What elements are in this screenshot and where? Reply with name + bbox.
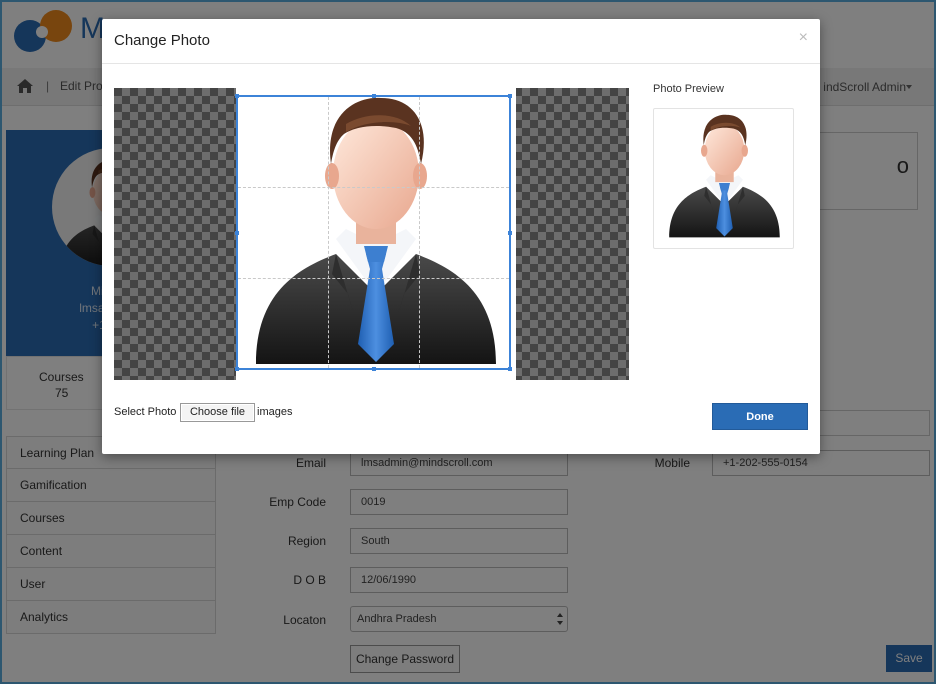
crop-guide-line — [328, 97, 329, 368]
crop-selection-box[interactable] — [235, 94, 512, 371]
select-photo-label: Select Photo — [114, 406, 177, 418]
crop-guide-line — [238, 278, 509, 279]
close-icon[interactable]: × — [799, 29, 808, 47]
crop-handle-se[interactable] — [508, 367, 512, 371]
crop-handle-s[interactable] — [372, 367, 376, 371]
photo-preview-label: Photo Preview — [653, 83, 724, 95]
photo-preview-box — [653, 108, 794, 249]
choose-file-button[interactable]: Choose file — [180, 403, 255, 422]
crop-guide-line — [238, 187, 509, 188]
crop-handle-nw[interactable] — [235, 94, 239, 98]
change-photo-modal: Change Photo × Photo Preview Select Phot… — [102, 19, 820, 454]
crop-handle-n[interactable] — [372, 94, 376, 98]
modal-header: Change Photo × — [102, 19, 820, 64]
crop-guide-line — [419, 97, 420, 368]
crop-handle-ne[interactable] — [508, 94, 512, 98]
crop-handle-sw[interactable] — [235, 367, 239, 371]
crop-handle-w[interactable] — [235, 231, 239, 235]
selected-file-name: images — [257, 406, 293, 418]
modal-title: Change Photo — [114, 32, 210, 49]
avatar-preview-image — [660, 113, 789, 242]
done-button[interactable]: Done — [712, 403, 808, 430]
image-crop-area[interactable] — [114, 88, 629, 380]
crop-handle-e[interactable] — [508, 231, 512, 235]
